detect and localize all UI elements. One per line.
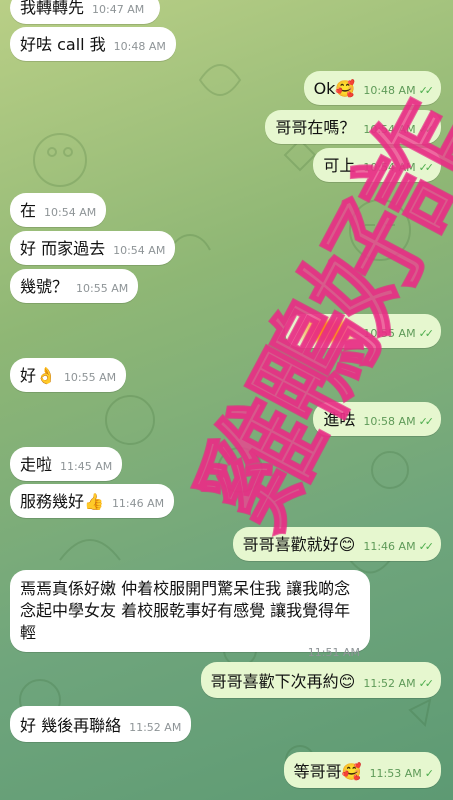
message-incoming[interactable]: 我轉轉先 10:47 AM [10, 0, 160, 24]
message-time: 10:54 AM [44, 206, 97, 219]
message-incoming[interactable]: 好 而家過去 10:54 AM [10, 231, 176, 265]
message-text: 服務幾好👍 [20, 492, 104, 511]
message-incoming[interactable]: 在 10:54 AM [10, 193, 107, 227]
message-time: 10:48 AM [113, 40, 166, 53]
message-time: 11:52 AM [129, 721, 182, 734]
message-text: 好 幾後再聯絡 [20, 716, 122, 735]
message-text: 等哥哥🥰 [293, 762, 362, 781]
message-incoming-long[interactable]: 焉焉真係好嫩 仲着校服開門驚呆住我 讓我啲念念起中學女友 着校服乾事好有感覺 讓… [10, 570, 370, 659]
single-check-icon: ✓ [424, 767, 434, 780]
message-incoming[interactable]: 幾號？ 10:55 AM [10, 269, 139, 303]
message-time: 11:53 AM ✓ [369, 767, 435, 780]
message-outgoing[interactable]: 哥哥喜歡下次再約😊 11:52 AM ✓✓ [200, 662, 441, 698]
message-incoming[interactable]: 好👌 10:55 AM [10, 358, 127, 392]
double-check-icon: ✓✓ [418, 677, 435, 690]
double-check-icon: ✓✓ [418, 415, 435, 428]
message-incoming[interactable]: 好呿 call 我 10:48 AM [10, 27, 176, 61]
message-time: 10:55 AM [76, 282, 129, 295]
message-text: 好 而家過去 [20, 239, 106, 258]
message-time: 11:46 AM [111, 497, 165, 510]
message-time: 11:51 AM [307, 646, 360, 659]
message-time: 11:46 AM ✓✓ [363, 540, 435, 553]
message-incoming[interactable]: 服務幾好👍 11:46 AM [10, 484, 175, 518]
message-text: 好呿 call 我 [20, 35, 106, 54]
message-incoming[interactable]: 好 幾後再聯絡 11:52 AM [10, 706, 192, 742]
message-outgoing[interactable]: 等哥哥🥰 11:53 AM ✓ [283, 752, 441, 788]
message-time: 11:52 AM ✓✓ [363, 677, 435, 690]
message-time: 10:58 AM ✓✓ [363, 415, 435, 428]
double-check-icon: ✓✓ [418, 540, 435, 553]
message-text: 在 [20, 201, 37, 220]
message-text: 我轉轉先 [20, 0, 85, 17]
message-text: 好👌 [20, 366, 56, 385]
message-time: 11:45 AM [60, 460, 113, 473]
message-time: 10:55 AM [63, 371, 117, 384]
message-incoming[interactable]: 走啦 11:45 AM [10, 447, 123, 481]
double-check-icon: ✓✓ [418, 327, 435, 340]
message-text: 幾號？ [20, 277, 69, 296]
message-outgoing[interactable]: 哥哥喜歡就好😊 11:46 AM ✓✓ [232, 527, 441, 561]
double-check-icon: ✓✓ [418, 84, 435, 97]
message-text: 焉焉真係好嫩 仲着校服開門驚呆住我 讓我啲念念起中學女友 着校服乾事好有感覺 讓… [20, 579, 351, 642]
message-time: 10:54 AM [113, 244, 166, 257]
message-time: 10:47 AM [92, 3, 145, 16]
message-text: 哥哥喜歡下次再約😊 [210, 672, 356, 691]
message-text: 走啦 [20, 455, 53, 474]
